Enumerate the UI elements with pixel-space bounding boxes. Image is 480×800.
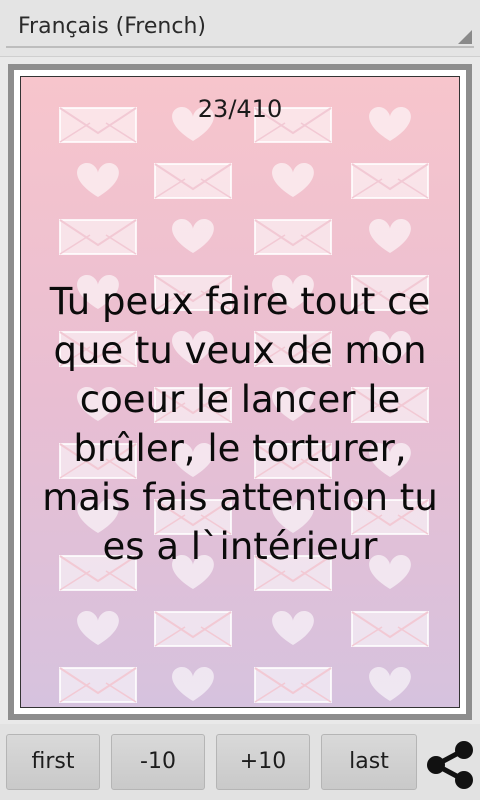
heart-icon <box>172 667 214 701</box>
envelope-icon <box>59 219 137 255</box>
share-icon[interactable] <box>424 740 476 790</box>
heart-icon <box>369 667 411 701</box>
heart-icon <box>272 163 314 197</box>
heart-icon <box>77 163 119 197</box>
envelope-icon <box>351 611 429 647</box>
quote-counter: 23/410 <box>197 95 283 123</box>
card-frame: 23/410 Tu peux faire tout ce que tu veux… <box>8 64 472 720</box>
envelope-icon <box>254 219 332 255</box>
top-bar: Français (French) <box>0 0 480 57</box>
envelope-icon <box>351 163 429 199</box>
heart-icon <box>272 611 314 645</box>
bottom-nav-bar: first -10 +10 last <box>0 724 480 800</box>
card-border: 23/410 Tu peux faire tout ce que tu veux… <box>14 70 466 714</box>
heart-icon <box>172 219 214 253</box>
dropdown-corner-icon <box>458 30 472 44</box>
envelope-icon <box>254 667 332 703</box>
language-select[interactable]: Français (French) <box>6 8 474 48</box>
last-button[interactable]: last <box>321 734 417 790</box>
first-button[interactable]: first <box>6 734 100 790</box>
language-select-value: Français (French) <box>18 14 206 39</box>
envelope-icon <box>59 667 137 703</box>
heart-icon <box>369 219 411 253</box>
heart-icon <box>77 611 119 645</box>
plus-10-button[interactable]: +10 <box>216 734 310 790</box>
envelope-icon <box>154 163 232 199</box>
quote-card: 23/410 Tu peux faire tout ce que tu veux… <box>20 76 460 708</box>
quote-text: Tu peux faire tout ce que tu veux de mon… <box>42 280 438 568</box>
minus-10-button[interactable]: -10 <box>111 734 205 790</box>
envelope-icon <box>154 611 232 647</box>
